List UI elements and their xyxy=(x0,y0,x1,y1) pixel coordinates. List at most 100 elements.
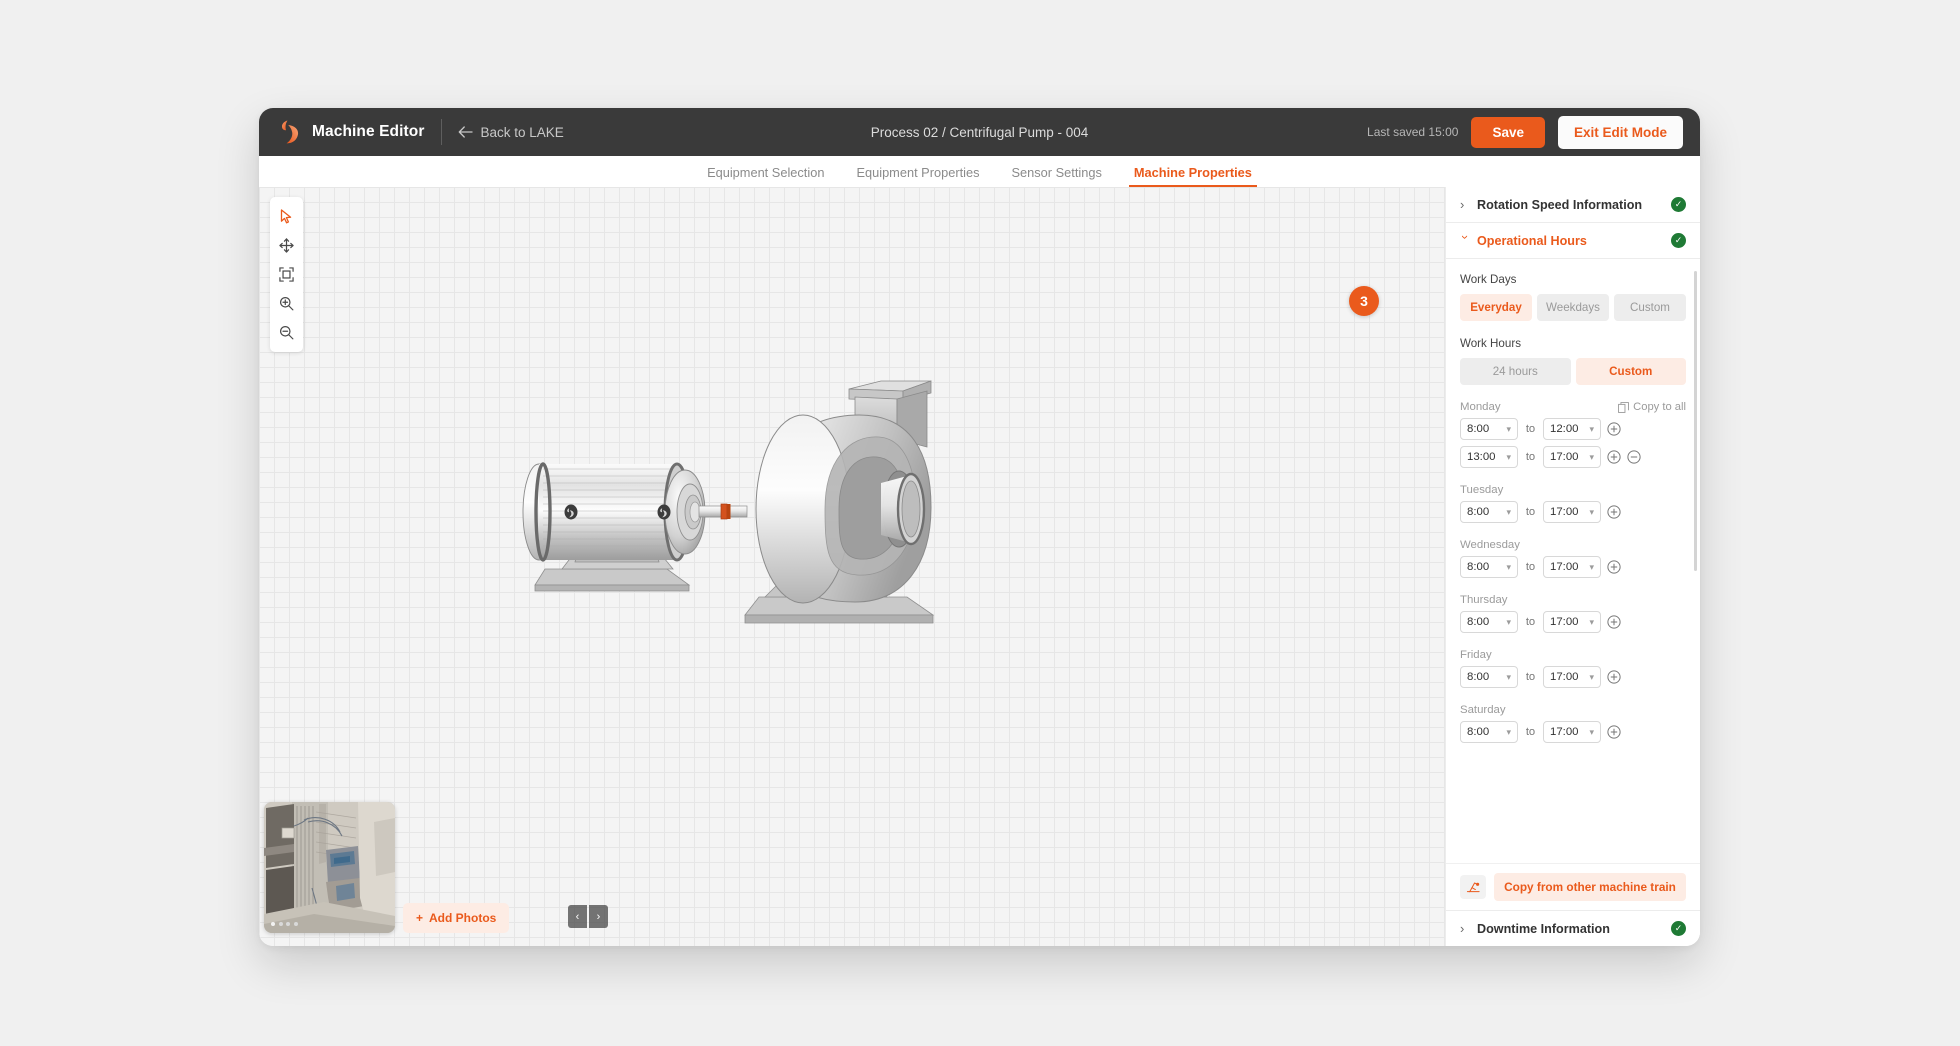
panel-scrollbar[interactable] xyxy=(1694,271,1697,571)
chevron-down-icon: ▾ xyxy=(1589,616,1594,627)
remove-time-slot-button[interactable] xyxy=(1627,450,1641,464)
carousel-dot[interactable] xyxy=(271,922,275,926)
time-from-select[interactable]: 8:00 ▾ xyxy=(1460,556,1518,578)
work-days-option-everyday[interactable]: Everyday xyxy=(1460,294,1532,321)
tab-equipment-properties[interactable]: Equipment Properties xyxy=(840,165,995,187)
to-label: to xyxy=(1525,561,1536,573)
time-slot-row: 8:00 ▾ to 17:00 ▾ xyxy=(1460,501,1686,523)
fit-to-frame-icon xyxy=(279,267,294,282)
time-slot-row: 8:00 ▾ to 12:00 ▾ xyxy=(1460,418,1686,440)
zoom-out-tool[interactable] xyxy=(270,318,303,347)
carousel-dot[interactable] xyxy=(286,922,290,926)
work-days-option-custom[interactable]: Custom xyxy=(1614,294,1686,321)
status-complete-badge: ✓ xyxy=(1671,197,1686,212)
time-slot-row: 13:00 ▾ to 17:00 ▾ xyxy=(1460,446,1686,468)
section-rotation-speed-information[interactable]: › Rotation Speed Information ✓ xyxy=(1446,187,1700,223)
plus-circle-icon xyxy=(1607,670,1621,684)
section-downtime-information[interactable]: › Downtime Information ✓ xyxy=(1446,910,1700,946)
chevron-down-icon: ▾ xyxy=(1589,726,1594,737)
tab-bar: Equipment Selection Equipment Properties… xyxy=(259,156,1700,187)
add-time-slot-button[interactable] xyxy=(1607,615,1621,629)
photo-next-button[interactable]: › xyxy=(589,905,608,928)
operational-hours-scroll: Work Days Everyday Weekdays Custom Work … xyxy=(1446,259,1700,743)
section-title: Downtime Information xyxy=(1477,921,1610,936)
time-from-select[interactable]: 8:00 ▾ xyxy=(1460,418,1518,440)
move-pan-icon xyxy=(279,238,294,253)
chevron-down-icon: ▾ xyxy=(1506,451,1511,462)
add-time-slot-button[interactable] xyxy=(1607,450,1621,464)
machine-train-icon[interactable] xyxy=(1460,875,1486,899)
app-screenshot: Machine Editor Back to LAKE Process 02 /… xyxy=(0,0,1960,1046)
machine-illustration[interactable] xyxy=(507,357,937,647)
time-to-value: 17:00 xyxy=(1550,616,1579,628)
plus-circle-icon xyxy=(1607,725,1621,739)
day-label: Wednesday xyxy=(1460,539,1520,551)
tab-equipment-selection[interactable]: Equipment Selection xyxy=(691,165,840,187)
zoom-in-tool[interactable] xyxy=(270,289,303,318)
time-from-value: 8:00 xyxy=(1467,726,1490,738)
time-to-select[interactable]: 17:00 ▾ xyxy=(1543,611,1601,633)
carousel-dot[interactable] xyxy=(293,922,298,926)
add-time-slot-button[interactable] xyxy=(1607,725,1621,739)
tab-machine-properties[interactable]: Machine Properties xyxy=(1118,165,1268,187)
chevron-down-icon: › xyxy=(1458,235,1473,240)
time-from-value: 13:00 xyxy=(1467,451,1496,463)
fit-to-frame-tool[interactable] xyxy=(270,260,303,289)
add-time-slot-button[interactable] xyxy=(1607,505,1621,519)
section-operational-hours[interactable]: › Operational Hours ✓ xyxy=(1446,223,1700,259)
photo-carousel-dots xyxy=(271,922,298,926)
time-slot-row: 8:00 ▾ to 17:00 ▾ xyxy=(1460,666,1686,688)
time-to-value: 17:00 xyxy=(1550,451,1579,463)
add-photos-button[interactable]: + Add Photos xyxy=(403,903,510,933)
carousel-dot[interactable] xyxy=(278,922,283,926)
exit-edit-mode-button[interactable]: Exit Edit Mode xyxy=(1557,115,1683,149)
copy-to-all-button[interactable]: Copy to all xyxy=(1618,401,1686,413)
work-days-option-weekdays[interactable]: Weekdays xyxy=(1537,294,1609,321)
copy-to-all-label: Copy to all xyxy=(1633,401,1686,413)
add-time-slot-button[interactable] xyxy=(1607,560,1621,574)
time-from-select[interactable]: 13:00 ▾ xyxy=(1460,446,1518,468)
time-to-select[interactable]: 12:00 ▾ xyxy=(1543,418,1601,440)
day-label: Saturday xyxy=(1460,704,1506,716)
chevron-down-icon: ▾ xyxy=(1506,616,1511,627)
time-to-value: 17:00 xyxy=(1550,726,1579,738)
chevron-down-icon: ▾ xyxy=(1589,451,1594,462)
section-title: Rotation Speed Information xyxy=(1477,197,1643,212)
photo-prev-button[interactable]: ‹ xyxy=(568,905,587,928)
time-to-select[interactable]: 17:00 ▾ xyxy=(1543,721,1601,743)
zoom-in-icon xyxy=(279,296,294,311)
time-from-select[interactable]: 8:00 ▾ xyxy=(1460,721,1518,743)
photo-thumbnail[interactable] xyxy=(264,802,395,933)
plus-circle-icon xyxy=(1607,422,1621,436)
work-hours-option-custom[interactable]: Custom xyxy=(1575,358,1686,385)
header-actions: Last saved 15:00 Save Exit Edit Mode xyxy=(1367,108,1683,156)
time-from-value: 8:00 xyxy=(1467,561,1490,573)
time-to-select[interactable]: 17:00 ▾ xyxy=(1543,446,1601,468)
canvas-toolbar xyxy=(270,197,303,352)
add-time-slot-button[interactable] xyxy=(1607,422,1621,436)
step-badge: 3 xyxy=(1349,286,1379,316)
time-from-select[interactable]: 8:00 ▾ xyxy=(1460,501,1518,523)
last-saved-status: Last saved 15:00 xyxy=(1367,125,1459,139)
time-to-value: 17:00 xyxy=(1550,506,1579,518)
tab-sensor-settings[interactable]: Sensor Settings xyxy=(996,165,1118,187)
time-to-select[interactable]: 17:00 ▾ xyxy=(1543,556,1601,578)
day-label: Monday xyxy=(1460,401,1501,413)
chevron-down-icon: ▾ xyxy=(1506,423,1511,434)
chevron-down-icon: ▾ xyxy=(1589,423,1594,434)
time-to-select[interactable]: 17:00 ▾ xyxy=(1543,666,1601,688)
save-button[interactable]: Save xyxy=(1471,116,1545,148)
cursor-select-tool[interactable] xyxy=(270,202,303,231)
time-to-select[interactable]: 17:00 ▾ xyxy=(1543,501,1601,523)
arrow-left-icon xyxy=(458,126,473,138)
move-pan-tool[interactable] xyxy=(270,231,303,260)
back-to-lake-link[interactable]: Back to LAKE xyxy=(458,125,564,140)
work-days-label: Work Days xyxy=(1460,273,1517,286)
app-title: Machine Editor xyxy=(312,123,425,140)
time-from-select[interactable]: 8:00 ▾ xyxy=(1460,666,1518,688)
time-from-select[interactable]: 8:00 ▾ xyxy=(1460,611,1518,633)
add-time-slot-button[interactable] xyxy=(1607,670,1621,684)
copy-from-other-machine-train-button[interactable]: Copy from other machine train xyxy=(1494,873,1686,901)
work-hours-option-24-hours[interactable]: 24 hours xyxy=(1460,358,1571,385)
zoom-out-icon xyxy=(279,325,294,340)
